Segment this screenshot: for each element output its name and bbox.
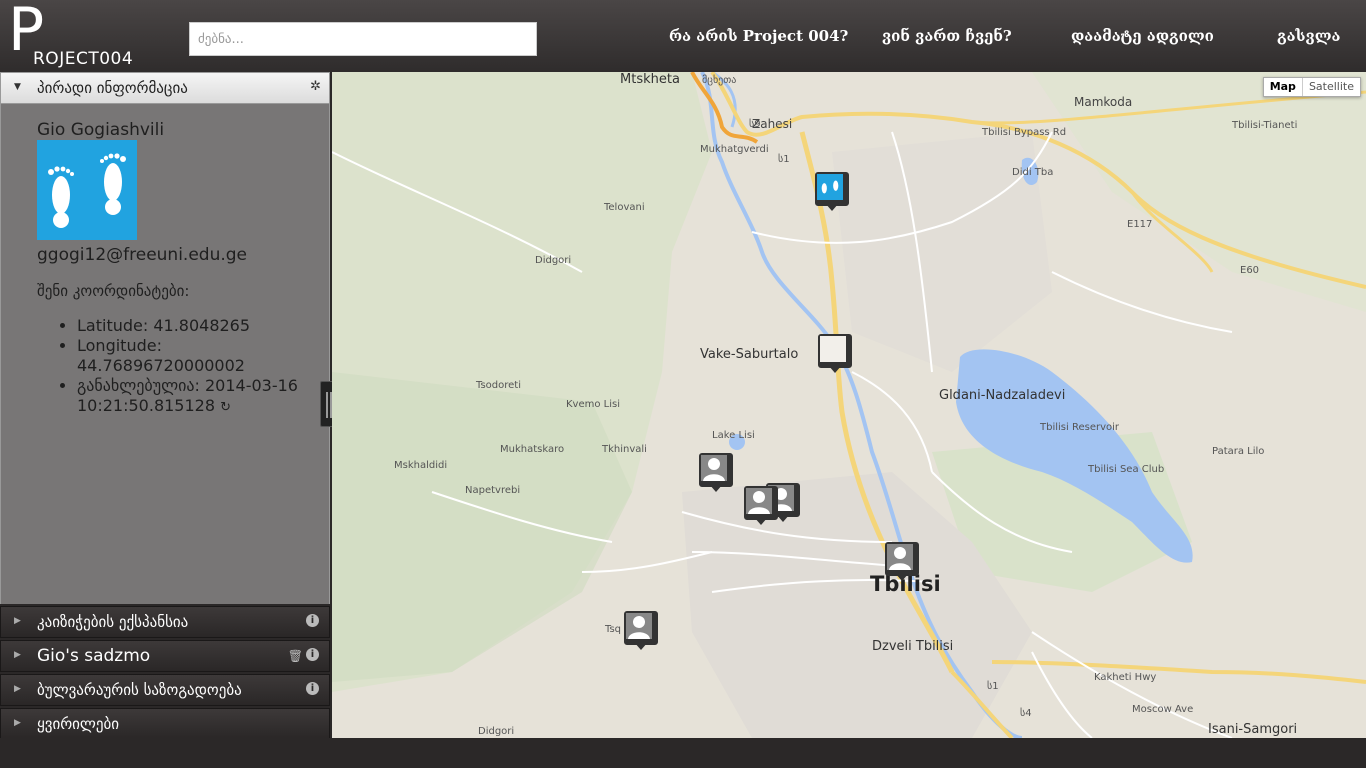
- map-label: Tkhinvali: [602, 444, 647, 455]
- map-label: Vake-Saburtalo: [700, 347, 799, 362]
- map-label: Mukhatgverdi: [700, 144, 769, 155]
- coords-list: Latitude: 41.8048265 Longitude: 44.76896…: [77, 316, 307, 418]
- caret-right-icon: ▶: [14, 684, 21, 694]
- logo-text: ROJECT004: [33, 49, 134, 69]
- map-marker-user[interactable]: [699, 453, 733, 493]
- refresh-icon[interactable]: ↻: [220, 400, 231, 415]
- user-silhouette-icon: [701, 455, 727, 481]
- footprints-icon: [48, 153, 126, 228]
- coords-label: შენი კოორდინატები:: [37, 282, 190, 300]
- info-icon[interactable]: i: [306, 648, 319, 661]
- footprints-icon: [817, 174, 843, 200]
- map-label: Tbilisi Bypass Rd: [982, 127, 1067, 138]
- map-label: E117: [1127, 219, 1153, 230]
- map-type-map-button[interactable]: Map: [1264, 78, 1303, 96]
- accordion-personal-info[interactable]: ▼ პირადი ინფორმაცია ✲: [0, 72, 330, 104]
- map-label: Mukhatskaro: [500, 444, 565, 455]
- nav-about[interactable]: რა არის Project 004?: [669, 27, 848, 45]
- map-label: Mtskheta: [620, 72, 680, 87]
- map-label: ს1: [987, 681, 999, 692]
- user-silhouette-icon: [746, 488, 772, 514]
- updated-item: განახლებულია: 2014-03-16 10:21:50.815128…: [77, 376, 307, 418]
- user-email: ggogi12@freeuni.edu.ge: [37, 245, 248, 265]
- map-label: Didgori: [535, 255, 572, 266]
- map-label: მცხეთა: [702, 75, 737, 86]
- avatar: [37, 140, 137, 240]
- info-icon[interactable]: i: [306, 614, 319, 627]
- map-base: [332, 72, 1366, 738]
- map-label: Kakheti Hwy: [1094, 672, 1157, 683]
- info-icon[interactable]: i: [306, 682, 319, 695]
- user-silhouette-icon: [626, 613, 652, 639]
- map-label: Napetvrebi: [465, 485, 521, 496]
- map-label: Dzveli Tbilisi: [872, 639, 954, 654]
- user-silhouette-icon: [887, 544, 913, 570]
- map-marker-blank[interactable]: [818, 334, 852, 374]
- map-label: Tbilisi Sea Club: [1088, 464, 1165, 475]
- latitude-item: Latitude: 41.8048265: [77, 316, 307, 336]
- map-label: Isani-Samgori: [1208, 722, 1298, 737]
- nav-logout[interactable]: გასვლა: [1277, 27, 1340, 45]
- map-label: Tbilisi Reservoir: [1040, 422, 1120, 433]
- personal-info-panel: Gio Gogiashvili ggogi12@freeuni.edu.ge შ…: [0, 104, 330, 604]
- nav-who-we-are[interactable]: ვინ ვართ ჩვენ?: [882, 27, 1012, 45]
- map-marker-user[interactable]: [744, 486, 778, 526]
- logo[interactable]: P ROJECT004: [8, 0, 178, 69]
- footer-bar: [0, 738, 1366, 768]
- map-label: Didi Tba: [1012, 167, 1054, 178]
- map-label: Didgori: [478, 726, 515, 737]
- accordion-section-1[interactable]: ▶ კაიზიჭების ექსპანსია i: [0, 606, 330, 638]
- map-label: Gldani-Nadzaladevi: [939, 388, 1066, 403]
- map-marker-user[interactable]: [885, 542, 919, 582]
- map-marker-footprints[interactable]: [815, 172, 849, 212]
- map-label: Kvemo Lisi: [566, 399, 621, 410]
- accordion-title: პირადი ინფორმაცია: [37, 79, 188, 97]
- map-marker-user[interactable]: [624, 611, 658, 651]
- nav-add-place[interactable]: დაამატე ადგილი: [1071, 27, 1214, 45]
- accordion-title: Gio's sadzmo: [37, 646, 151, 666]
- map-label: Tsodoreti: [476, 380, 521, 391]
- longitude-item: Longitude: 44.76896720000002: [77, 336, 307, 376]
- gear-icon[interactable]: ✲: [310, 79, 321, 94]
- sidebar: ▼ პირადი ინფორმაცია ✲ Gio Gogiashvili gg…: [0, 72, 330, 740]
- map-label: Mskhaldidi: [394, 460, 448, 471]
- accordion-section-2[interactable]: ▶ Gio's sadzmo 🗑 i: [0, 640, 330, 672]
- map-label: Moscow Ave: [1132, 704, 1194, 715]
- accordion-title: ყვირილები: [37, 715, 120, 733]
- updated-text: განახლებულია: 2014-03-16 10:21:50.815128: [77, 376, 298, 415]
- map-label: Lake Lisi: [712, 430, 755, 441]
- caret-right-icon: ▶: [14, 650, 21, 660]
- map-label: Tbilisi-Tianeti: [1232, 120, 1298, 131]
- map-label: Telovani: [604, 202, 645, 213]
- map-label: ს4: [1020, 708, 1032, 719]
- map-label: Tsq: [605, 624, 622, 635]
- map-type-control: Map Satellite: [1262, 77, 1361, 97]
- map-label: Zahesi: [752, 117, 793, 131]
- map-type-satellite-button[interactable]: Satellite: [1303, 78, 1360, 96]
- user-name: Gio Gogiashvili: [37, 120, 165, 140]
- map-label: ს1: [778, 154, 790, 165]
- map-label: Patara Lilo: [1212, 446, 1265, 457]
- map-label: E60: [1240, 265, 1260, 276]
- accordion-title: ბულვარაურის საზოგადოება: [37, 681, 242, 699]
- caret-right-icon: ▶: [14, 616, 21, 626]
- accordion-section-4[interactable]: ▶ ყვირილები: [0, 708, 330, 740]
- accordion-section-3[interactable]: ▶ ბულვარაურის საზოგადოება i: [0, 674, 330, 706]
- blank-place-icon: [820, 336, 846, 362]
- map-view[interactable]: Mtskheta მცხეთა ს9 Zahesi Mamkoda Tbilis…: [332, 72, 1366, 738]
- map-label: Mamkoda: [1074, 95, 1133, 109]
- top-header: P ROJECT004 რა არის Project 004? ვინ ვარ…: [0, 0, 1366, 72]
- caret-down-icon: ▼: [14, 82, 21, 92]
- accordion-title: კაიზიჭების ექსპანსია: [37, 613, 189, 631]
- search-input[interactable]: [189, 22, 537, 56]
- trash-icon[interactable]: 🗑: [288, 649, 303, 663]
- caret-right-icon: ▶: [14, 718, 21, 728]
